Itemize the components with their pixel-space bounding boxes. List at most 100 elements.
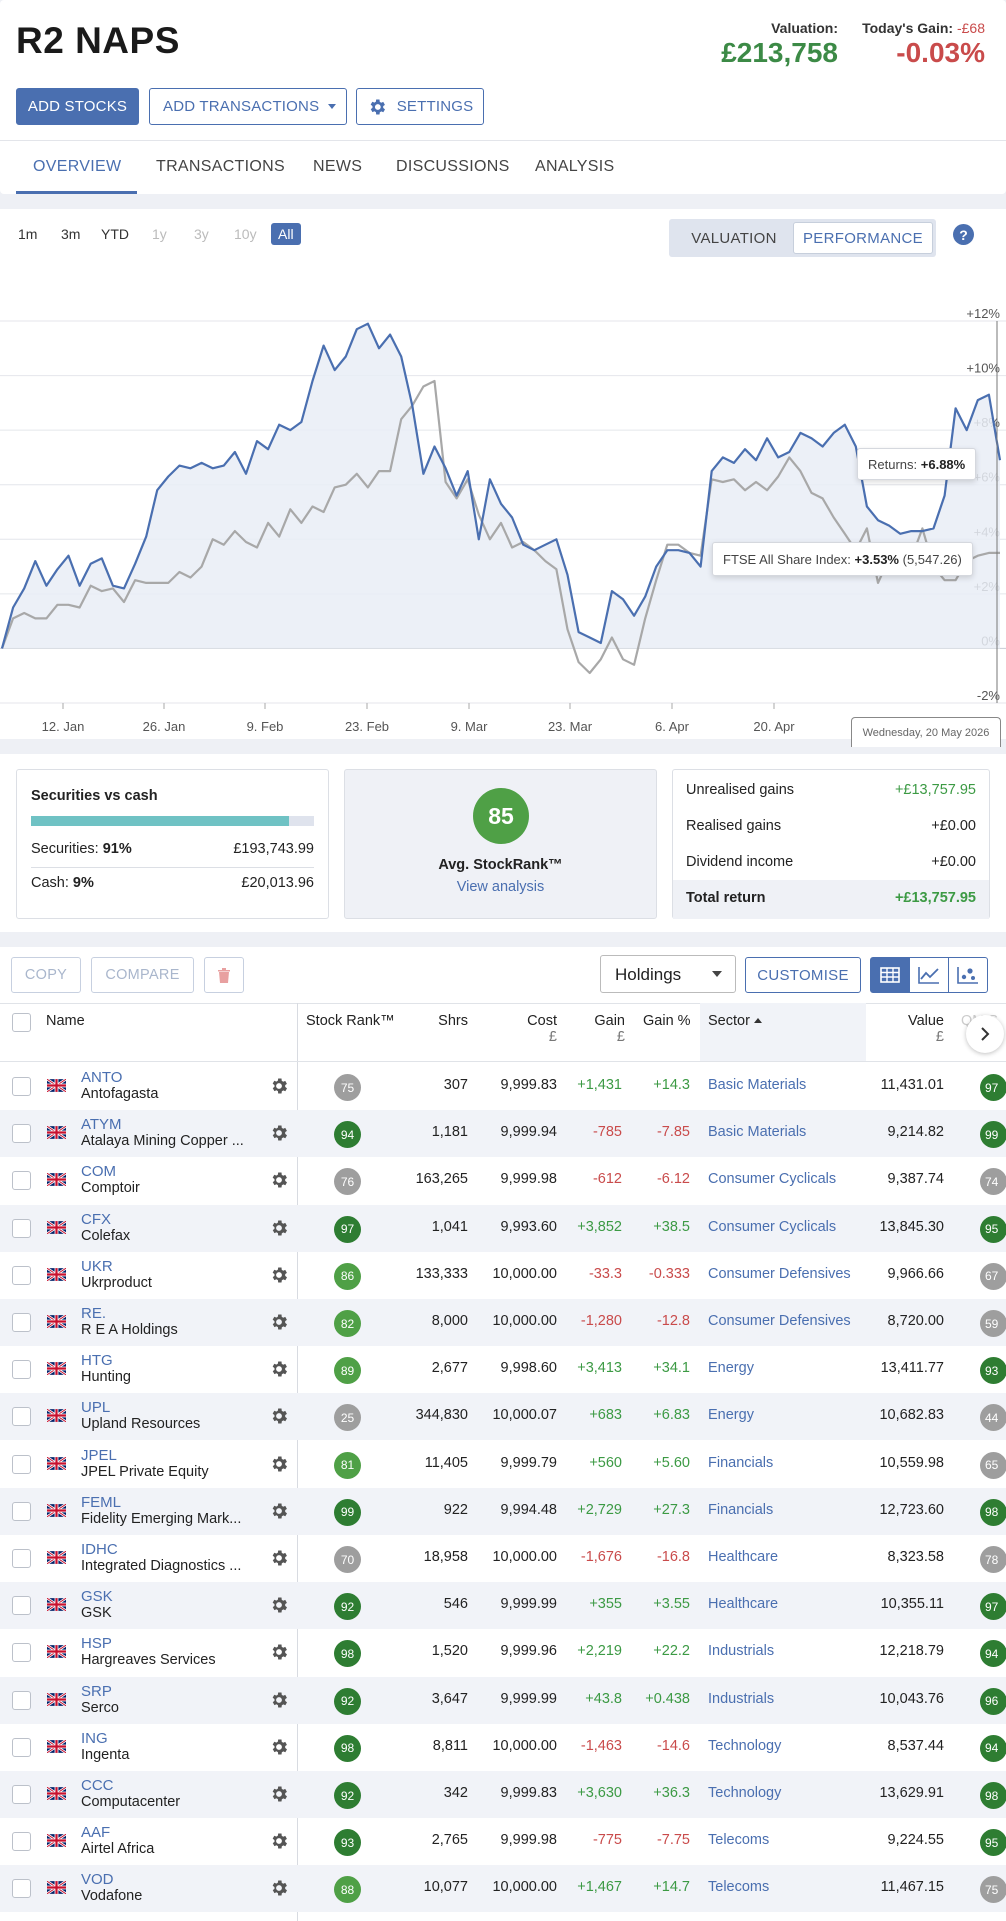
ticker-link[interactable]: VOD [81,1871,114,1888]
col-gain-pct-header[interactable]: Gain % [643,1013,691,1029]
delete-button[interactable] [204,957,244,993]
sector-link[interactable]: Healthcare [708,1596,778,1612]
table-row[interactable]: SRP Serco 92 3,647 9,999.99 +43.8 +0.438 Indust… [0,1676,1006,1724]
row-checkbox[interactable] [12,1879,31,1899]
select-all-checkbox[interactable] [12,1013,31,1032]
row-checkbox[interactable] [12,1501,31,1521]
gear-icon[interactable] [269,1878,289,1898]
gear-icon[interactable] [269,1595,289,1615]
row-checkbox[interactable] [12,1265,31,1285]
add-transactions-button[interactable]: ADD TRANSACTIONS [149,88,347,125]
row-checkbox[interactable] [12,1407,31,1427]
table-row[interactable]: JPEL JPEL Private Equity 81 11,405 9,999.79 +… [0,1441,1006,1488]
row-checkbox[interactable] [12,1832,31,1852]
compare-button[interactable]: COMPARE [91,957,194,993]
tab-discussions[interactable]: DISCUSSIONS [396,158,510,176]
table-row[interactable]: VOD Vodafone 88 10,077 10,000.00 +1,467 +14.7 T… [0,1865,1006,1913]
ticker-link[interactable]: ANTO [81,1069,122,1086]
table-row[interactable]: ING Ingenta 98 8,811 10,000.00 -1,463 -14.6 Tec… [0,1724,1006,1771]
sector-link[interactable]: Consumer Cyclicals [708,1219,836,1235]
table-row[interactable]: CFX Colefax 97 1,041 9,993.60 +3,852 +38.5 Cons… [0,1204,1006,1252]
col-stockrank-header[interactable]: Stock Rank™ [306,1013,395,1029]
table-row[interactable]: GSK GSK 92 546 9,999.99 +355 +3.55 Healthcare 10… [0,1582,1006,1630]
table-row[interactable]: IDHC Integrated Diagnostics ... 70 18,958 10… [0,1535,1006,1582]
table-row[interactable]: ANTO Antofagasta 75 307 9,999.83 +1,431 +14.3 B… [0,1063,1006,1110]
ticker-link[interactable]: GSK [81,1588,113,1605]
table-row[interactable]: AAF Airtel Africa 93 2,765 9,999.98 -775 -7.75… [0,1818,1006,1865]
sector-link[interactable]: Basic Materials [708,1077,806,1093]
row-checkbox[interactable] [12,1454,31,1474]
scatter-view-button[interactable] [948,957,988,993]
ticker-link[interactable]: CCC [81,1777,114,1794]
sector-link[interactable]: Telecoms [708,1832,769,1848]
row-checkbox[interactable] [12,1171,31,1191]
table-row[interactable]: HSP Hargreaves Services 98 1,520 9,999.96 +2,… [0,1629,1006,1676]
sector-link[interactable]: Basic Materials [708,1124,806,1140]
settings-button[interactable]: SETTINGS [356,88,484,125]
sector-link[interactable]: Industrials [708,1643,774,1659]
ticker-link[interactable]: COM [81,1163,116,1180]
row-checkbox[interactable] [12,1596,31,1616]
ticker-link[interactable]: RE. [81,1305,106,1322]
ticker-link[interactable]: ATYM [81,1116,122,1133]
table-row[interactable]: HTG Hunting 89 2,677 9,998.60 +3,413 +34.1 Ener… [0,1346,1006,1393]
col-name-header[interactable]: Name [46,1013,85,1029]
sector-link[interactable]: Telecoms [708,1879,769,1895]
row-checkbox[interactable] [12,1643,31,1663]
row-checkbox[interactable] [12,1549,31,1568]
add-stocks-button[interactable]: ADD STOCKS [16,88,139,125]
gear-icon[interactable] [269,1690,289,1710]
table-row[interactable]: ATYM Atalaya Mining Copper ... 94 1,181 9,99… [0,1110,1006,1158]
col-value-header[interactable]: Value £ [880,1013,944,1045]
ticker-link[interactable]: SRP [81,1683,112,1700]
gear-icon[interactable] [269,1642,289,1662]
sector-link[interactable]: Healthcare [708,1549,778,1565]
sector-link[interactable]: Energy [708,1407,754,1423]
gear-icon[interactable] [269,1831,289,1851]
ticker-link[interactable]: HSP [81,1635,112,1652]
col-gain-header[interactable]: Gain £ [565,1013,625,1045]
gear-icon[interactable] [269,1218,289,1238]
ticker-link[interactable]: UPL [81,1399,110,1416]
col-sector-header[interactable]: Sector [708,1013,762,1029]
copy-button[interactable]: COPY [11,957,81,993]
tab-transactions[interactable]: TRANSACTIONS [156,158,285,176]
row-checkbox[interactable] [12,1077,31,1096]
table-row[interactable]: UPL Upland Resources 25 344,830 10,000.07 +68… [0,1393,1006,1441]
tab-overview[interactable]: OVERVIEW [33,158,121,176]
gear-icon[interactable] [269,1265,289,1285]
table-row[interactable]: FEML Fidelity Emerging Mark... 99 922 9,994.… [0,1487,1006,1535]
ticker-link[interactable]: UKR [81,1258,113,1275]
ticker-link[interactable]: JPEL [81,1447,117,1464]
ticker-link[interactable]: CFX [81,1211,111,1228]
gear-icon[interactable] [269,1076,289,1096]
sector-link[interactable]: Technology [708,1738,781,1754]
ticker-link[interactable]: FEML [81,1494,121,1511]
line-view-button[interactable] [909,957,949,993]
tab-news[interactable]: NEWS [313,158,362,176]
view-analysis-link[interactable]: View analysis [345,879,656,895]
gear-icon[interactable] [269,1548,289,1568]
gear-icon[interactable] [269,1359,289,1379]
table-row[interactable]: RE. R E A Holdings 82 8,000 10,000.00 -1,280 -… [0,1299,1006,1346]
sector-link[interactable]: Technology [708,1785,781,1801]
row-checkbox[interactable] [12,1124,31,1144]
ticker-link[interactable]: IDHC [81,1541,118,1558]
table-row[interactable]: UKR Ukrproduct 86 133,333 10,000.00 -33.3 -0.3… [0,1252,1006,1299]
gear-icon[interactable] [269,1406,289,1426]
row-checkbox[interactable] [12,1360,31,1380]
sector-link[interactable]: Consumer Defensives [708,1266,851,1282]
gear-icon[interactable] [269,1737,289,1757]
row-checkbox[interactable] [12,1218,31,1238]
sector-link[interactable]: Consumer Cyclicals [708,1171,836,1187]
col-shares-header[interactable]: Shrs [430,1013,468,1029]
ticker-link[interactable]: AAF [81,1824,110,1841]
customise-button[interactable]: CUSTOMISE [745,957,861,993]
sector-link[interactable]: Consumer Defensives [708,1313,851,1329]
tab-analysis[interactable]: ANALYSIS [535,158,614,176]
ticker-link[interactable]: HTG [81,1352,113,1369]
sector-link[interactable]: Financials [708,1502,773,1518]
gear-icon[interactable] [269,1312,289,1332]
table-row[interactable]: CCC Computacenter 92 342 9,999.83 +3,630 +36.3… [0,1771,1006,1818]
row-checkbox[interactable] [12,1737,31,1757]
